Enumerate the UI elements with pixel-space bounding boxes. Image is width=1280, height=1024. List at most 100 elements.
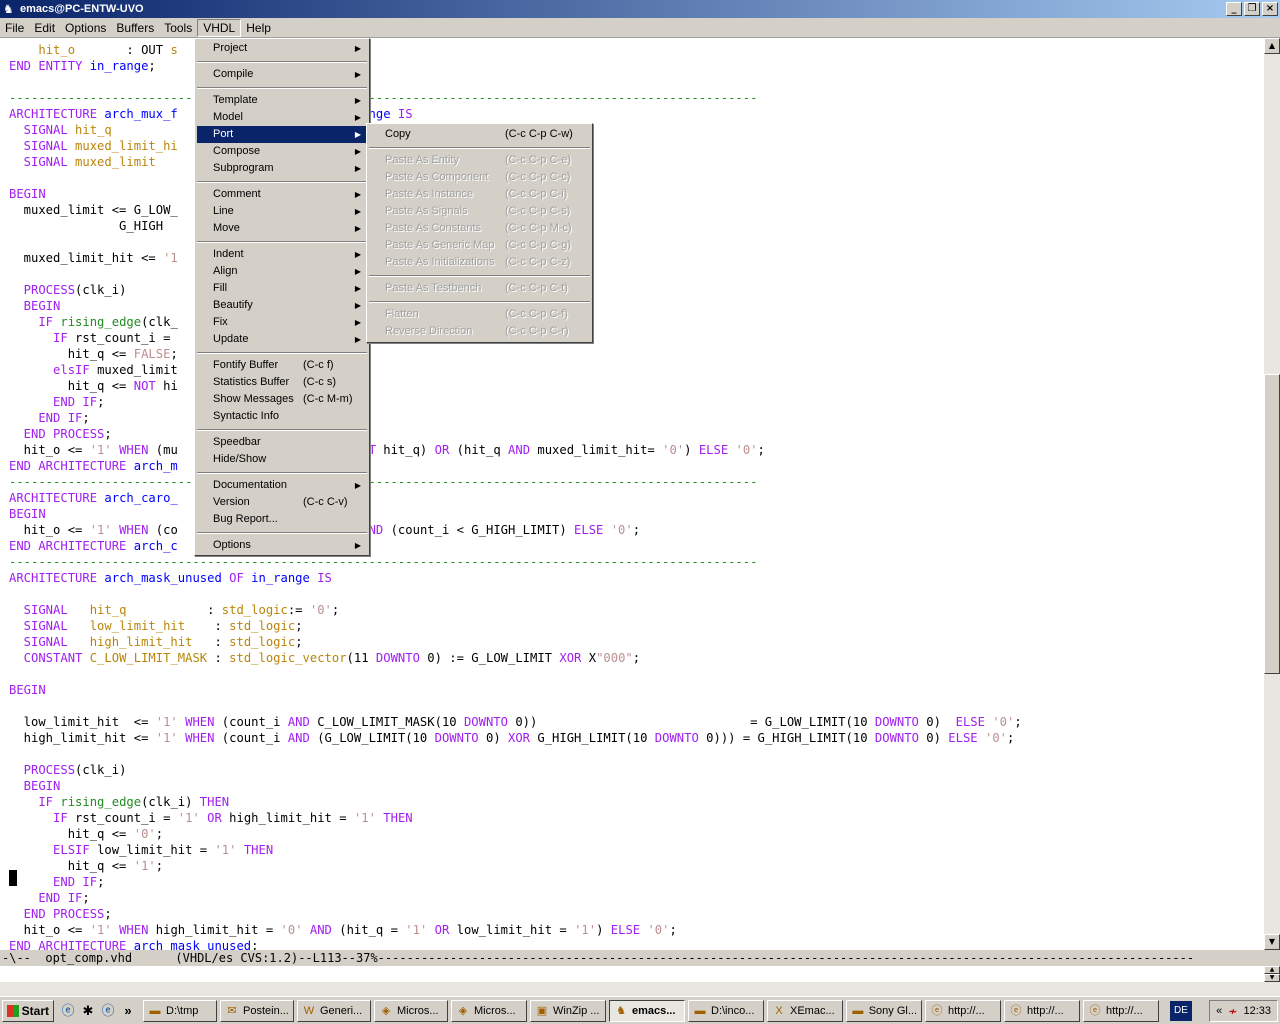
more-chevron-icon[interactable]: »: [120, 1003, 136, 1019]
menu-item-label: Speedbar: [213, 436, 261, 448]
title-bar[interactable]: ♞ emacs@PC-ENTW-UVO _ ❐ ×: [0, 0, 1280, 18]
menu-vhdl[interactable]: VHDL: [197, 18, 242, 37]
code-token: ;: [82, 891, 90, 905]
vhdl-menu-item[interactable]: Syntactic Info: [197, 408, 367, 425]
code-token: hit_q <=: [9, 379, 134, 393]
scroll-up-arrow-icon[interactable]: ▲: [1264, 38, 1280, 54]
vhdl-menu-item[interactable]: Compile ▶: [197, 66, 367, 83]
vhdl-menu-item[interactable]: Speedbar: [197, 434, 367, 451]
menu-item-label: Paste As Instance: [385, 188, 474, 200]
code-token: ----------------------------------------…: [9, 555, 758, 569]
taskbar-button[interactable]: ⓔ http://...: [1004, 999, 1080, 1022]
taskbar-button-label: emacs...: [632, 1004, 676, 1017]
vhdl-menu-item[interactable]: Statistics Buffer (C-c s): [197, 374, 367, 391]
menu-options[interactable]: Options: [60, 19, 111, 37]
vhdl-menu-item[interactable]: Indent ▶: [197, 246, 367, 263]
taskbar-button[interactable]: ◈ Micros...: [451, 999, 527, 1022]
submenu-arrow-icon: ▶: [354, 207, 361, 216]
port-menu-item: Flatten (C-c C-p C-f): [369, 306, 590, 323]
code-token: '0': [984, 731, 1007, 745]
taskbar-button[interactable]: ✉ Postein...: [220, 999, 294, 1022]
code-token: SIGNAL: [9, 603, 90, 617]
ie-icon[interactable]: ⓔ: [100, 1003, 116, 1019]
code-line: CONSTANT C_LOW_LIMIT_MASK : std_logic_ve…: [9, 650, 640, 666]
code-token: END ARCHITECTURE: [9, 459, 134, 473]
minibuffer-up-arrow-icon[interactable]: ▲: [1264, 966, 1280, 974]
scrollbar-thumb[interactable]: [1264, 374, 1280, 674]
start-button[interactable]: Start: [2, 999, 54, 1022]
vhdl-menu-item[interactable]: Hide/Show: [197, 451, 367, 468]
menu-item-label: Hide/Show: [213, 453, 267, 465]
minimize-button[interactable]: _: [1226, 2, 1242, 16]
menu-item-label: Fix: [213, 316, 228, 328]
editor-buffer[interactable]: hit_o : OUT s END ENTITY in_range; -------…: [0, 38, 1264, 950]
vhdl-menu-item[interactable]: Documentation ▶: [197, 477, 367, 494]
taskbar-button[interactable]: ▬ D:\inco...: [688, 999, 764, 1022]
scroll-down-arrow-icon[interactable]: ▼: [1264, 934, 1280, 950]
code-token: '0': [992, 715, 1015, 729]
code-token: END IF: [9, 875, 98, 889]
menu-tools[interactable]: Tools: [159, 19, 197, 37]
vhdl-menu-item[interactable]: Subprogram ▶: [197, 160, 367, 177]
ie-icon[interactable]: ⓔ: [60, 1003, 76, 1019]
vhdl-menu-item[interactable]: Beautify ▶: [197, 297, 367, 314]
taskbar-button[interactable]: ♞ emacs...: [609, 999, 685, 1022]
vhdl-menu-item[interactable]: Fix ▶: [197, 314, 367, 331]
vhdl-menu-item[interactable]: Fill ▶: [197, 280, 367, 297]
tray-app-icon[interactable]: ≁: [1228, 1005, 1237, 1018]
vhdl-menu-item[interactable]: Project ▶: [197, 40, 367, 57]
vhdl-menu-item[interactable]: Align ▶: [197, 263, 367, 280]
code-token: in_range: [89, 59, 149, 73]
code-token: END ENTITY: [9, 59, 90, 73]
port-menu-item[interactable]: Copy (C-c C-p C-w): [369, 126, 590, 143]
code-token: arch_mux_f: [104, 107, 178, 121]
code-token: SIGNAL: [9, 619, 90, 633]
taskbar-button[interactable]: ▬ D:\tmp: [143, 999, 217, 1022]
bug-icon[interactable]: ✱: [80, 1003, 96, 1019]
language-indicator[interactable]: DE: [1170, 1001, 1192, 1021]
taskbar-button[interactable]: W Generi...: [297, 999, 371, 1022]
code-token: rising_edge: [60, 315, 142, 329]
vhdl-menu-item[interactable]: Version (C-c C-v): [197, 494, 367, 511]
menu-edit[interactable]: Edit: [29, 19, 60, 37]
code-token: 0) := G_LOW_LIMIT: [427, 651, 560, 665]
code-token: THEN: [383, 811, 413, 825]
taskbar-button[interactable]: ▬ Sony Gl...: [846, 999, 922, 1022]
restore-button[interactable]: ❐: [1244, 2, 1260, 16]
start-label: Start: [21, 1003, 49, 1018]
vhdl-menu-item[interactable]: Fontify Buffer (C-c f): [197, 357, 367, 374]
menu-item-label: Align: [213, 265, 238, 277]
close-button[interactable]: ×: [1262, 2, 1278, 16]
vhdl-menu-item[interactable]: Line ▶: [197, 203, 367, 220]
vhdl-menu-item[interactable]: Move ▶: [197, 220, 367, 237]
vhdl-menu-item[interactable]: Template ▶: [197, 92, 367, 109]
menu-separator: [369, 147, 590, 149]
taskbar-button[interactable]: ⓔ http://...: [925, 999, 1001, 1022]
vhdl-menu-item[interactable]: Comment ▶: [197, 186, 367, 203]
code-line: IF rst_count_i =: [9, 330, 178, 346]
vhdl-menu-item[interactable]: Port ▶: [197, 126, 367, 143]
minibuffer-down-arrow-icon[interactable]: ▼: [1264, 974, 1280, 982]
minibuffer-scrollbar[interactable]: ▲ ▼: [1264, 966, 1280, 982]
vhdl-menu-item[interactable]: Update ▶: [197, 331, 367, 348]
taskbar-button[interactable]: ▣ WinZip ...: [530, 999, 606, 1022]
code-line: ----------------------------------------…: [9, 474, 757, 490]
menu-buffers[interactable]: Buffers: [111, 19, 159, 37]
minibuffer[interactable]: [0, 966, 1264, 982]
vertical-scrollbar[interactable]: ▲ ▼: [1264, 38, 1280, 950]
vhdl-menu-item[interactable]: Bug Report...: [197, 511, 367, 528]
vhdl-menu-item[interactable]: Compose ▶: [197, 143, 367, 160]
vhdl-menu-item[interactable]: Model ▶: [197, 109, 367, 126]
taskbar-button[interactable]: ◈ Micros...: [374, 999, 448, 1022]
code-line: IF rising_edge(clk_i) THEN: [9, 794, 229, 810]
taskbar-button[interactable]: ⓔ http://...: [1083, 999, 1159, 1022]
menu-file[interactable]: File: [0, 19, 29, 37]
menu-help[interactable]: Help: [241, 19, 276, 37]
tray-chevron-icon[interactable]: «: [1216, 1005, 1222, 1017]
vhdl-menu-item[interactable]: Options ▶: [197, 537, 367, 554]
vhdl-menu-item[interactable]: Show Messages (C-c M-m): [197, 391, 367, 408]
code-line: END IF;: [9, 874, 104, 890]
taskbar-button[interactable]: X XEmac...: [767, 999, 843, 1022]
menu-item-shortcut: (C-c C-p C-s): [505, 205, 571, 217]
code-line: high_limit_hit <= '1' WHEN (count_i AND …: [9, 730, 1015, 746]
